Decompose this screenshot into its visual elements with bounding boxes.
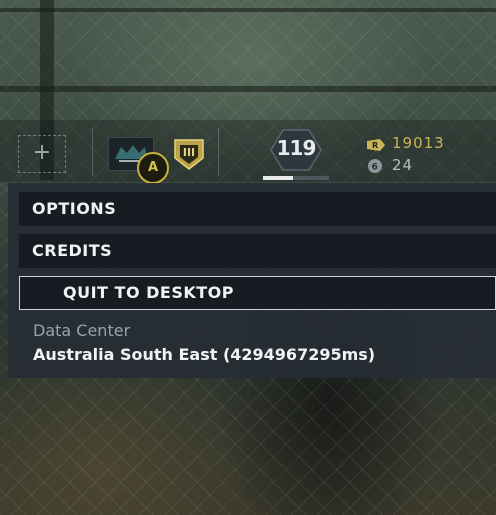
fence-post bbox=[0, 8, 496, 12]
rank-badge-icon: A bbox=[137, 152, 169, 184]
season-shield-icon[interactable]: III bbox=[171, 136, 207, 172]
quit-to-desktop-button[interactable]: QUIT TO DESKTOP bbox=[19, 276, 496, 310]
svg-text:6: 6 bbox=[372, 163, 378, 173]
shield-label: III bbox=[182, 146, 196, 159]
xp-progress-bar bbox=[263, 176, 329, 180]
renown-icon: R bbox=[367, 139, 385, 151]
options-button[interactable]: OPTIONS bbox=[19, 192, 496, 226]
xp-progress-fill bbox=[263, 176, 293, 180]
divider bbox=[92, 128, 93, 176]
renown-amount: 19013 bbox=[392, 134, 445, 152]
r6-credits-amount: 24 bbox=[392, 156, 414, 174]
svg-text:R: R bbox=[372, 141, 378, 150]
player-level[interactable]: 119 bbox=[270, 136, 322, 160]
data-center-label: Data Center bbox=[33, 321, 131, 340]
r6-credits-icon: 6 bbox=[368, 159, 382, 173]
add-squad-slot-button[interactable]: + bbox=[18, 135, 66, 173]
fence-post bbox=[0, 86, 496, 92]
data-center-value[interactable]: Australia South East (4294967295ms) bbox=[33, 345, 375, 364]
credits-button[interactable]: CREDITS bbox=[19, 234, 496, 268]
divider bbox=[218, 128, 219, 176]
